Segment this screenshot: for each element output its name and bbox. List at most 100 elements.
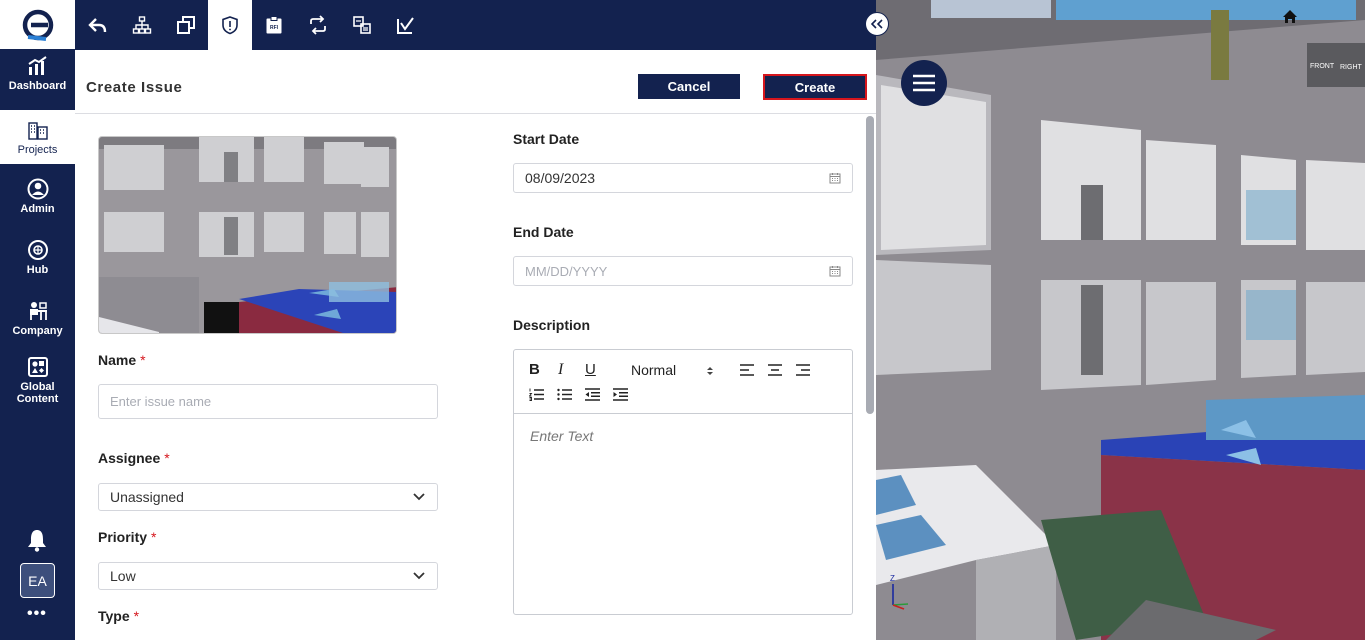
assignee-label: Assignee * <box>98 450 170 466</box>
end-date-input[interactable]: MM/DD/YYYY <box>513 256 853 286</box>
bell-icon <box>28 530 46 552</box>
buildings-icon <box>27 122 48 140</box>
create-button[interactable]: Create <box>763 74 867 100</box>
form-scrollbar[interactable] <box>866 116 874 414</box>
issue-icon <box>222 16 238 35</box>
nav-hub-label: Hub <box>26 264 49 276</box>
priority-value: Low <box>110 568 136 584</box>
type-label: Type * <box>98 608 140 624</box>
outdent-icon[interactable] <box>585 388 600 401</box>
issue-name-input[interactable]: Enter issue name <box>98 384 438 419</box>
panel-header: Create Issue Cancel Create <box>75 50 876 114</box>
ordered-list-icon[interactable] <box>529 388 544 401</box>
align-center-icon[interactable] <box>768 364 782 376</box>
nav-hub[interactable]: Hub <box>0 239 75 279</box>
model-viewport[interactable]: FRONT RIGHT Z <box>876 0 1365 640</box>
windows-button[interactable] <box>164 0 208 50</box>
issue-snapshot-image <box>98 136 397 334</box>
assignee-select[interactable]: Unassigned <box>98 483 438 511</box>
sync-button[interactable] <box>296 0 340 50</box>
rfi-button[interactable]: RFI <box>252 0 296 50</box>
format-value: Normal <box>631 362 677 378</box>
nav-dashboard[interactable]: Dashboard <box>0 55 75 95</box>
nav-admin[interactable]: Admin <box>0 178 75 218</box>
underline-button[interactable]: U <box>585 361 596 378</box>
sync-icon <box>310 15 326 35</box>
shapes-icon <box>27 357 48 377</box>
updown-icon <box>707 367 713 375</box>
start-date-input[interactable]: 08/09/2023 <box>513 163 853 193</box>
chart-icon <box>27 56 47 75</box>
required-marker: * <box>133 608 140 624</box>
nav-company[interactable]: Company <box>0 300 75 340</box>
assignee-value: Unassigned <box>110 489 184 505</box>
name-label: Name * <box>98 352 146 368</box>
home-icon[interactable] <box>1282 9 1298 24</box>
viewer-menu-button[interactable] <box>901 60 947 106</box>
format-select[interactable]: Normal <box>631 362 716 378</box>
axis-gizmo-icon: Z <box>890 574 909 610</box>
nav-admin-label: Admin <box>20 203 55 215</box>
required-marker: * <box>164 450 170 466</box>
nav-projects-label: Projects <box>17 144 58 156</box>
nav-global-content-label: Global Content <box>16 381 59 405</box>
issue-form: Name * Enter issue name Assignee * Unassig… <box>75 114 876 640</box>
building-model-render <box>876 0 1365 640</box>
viewcube-front-label: FRONT <box>1310 63 1335 70</box>
avatar[interactable]: EA <box>20 563 55 598</box>
notifications-button[interactable] <box>26 528 48 557</box>
axis-z-label: Z <box>890 574 895 583</box>
bold-button[interactable]: B <box>529 361 540 378</box>
collapse-panel-button[interactable] <box>865 12 889 36</box>
cancel-button[interactable]: Cancel <box>638 74 740 99</box>
left-nav: Dashboard Projects Admin Hub Company Glo… <box>0 0 75 640</box>
priority-label: Priority * <box>98 529 157 545</box>
issue-name-placeholder: Enter issue name <box>110 394 212 409</box>
compare-button[interactable] <box>340 0 384 50</box>
indent-icon[interactable] <box>613 388 628 401</box>
markup-button[interactable] <box>384 0 428 50</box>
start-date-value: 08/09/2023 <box>525 170 596 186</box>
calendar-icon[interactable] <box>829 265 841 277</box>
description-editor[interactable]: B I U Normal Enter Text <box>513 349 853 615</box>
more-menu-button[interactable]: ••• <box>27 605 47 623</box>
windows-icon <box>177 16 195 34</box>
user-circle-icon <box>27 178 48 200</box>
svg-text:RFI: RFI <box>270 25 279 31</box>
logo-icon <box>22 9 53 41</box>
calendar-icon[interactable] <box>829 172 841 184</box>
hub-icon <box>27 240 48 260</box>
chevron-down-icon <box>413 493 425 501</box>
page-title: Create Issue <box>86 79 183 96</box>
required-marker: * <box>140 352 146 368</box>
markup-icon <box>397 17 414 34</box>
company-icon <box>29 302 47 320</box>
nav-company-label: Company <box>12 325 63 337</box>
viewcube-right-label: RIGHT <box>1340 64 1362 71</box>
description-placeholder: Enter Text <box>530 428 594 444</box>
hierarchy-icon <box>132 16 152 34</box>
end-date-placeholder: MM/DD/YYYY <box>525 263 608 279</box>
double-chevron-left-icon <box>871 19 883 29</box>
nav-global-content[interactable]: Global Content <box>0 356 75 406</box>
priority-select[interactable]: Low <box>98 562 438 590</box>
description-label: Description <box>513 317 591 333</box>
chevron-down-icon <box>413 572 425 580</box>
issue-button[interactable] <box>208 0 252 50</box>
compare-icon <box>353 16 371 34</box>
bullet-list-icon[interactable] <box>557 388 572 401</box>
nav-dashboard-label: Dashboard <box>8 80 67 92</box>
back-button[interactable] <box>76 0 120 50</box>
end-date-label: End Date <box>513 224 574 240</box>
hierarchy-button[interactable] <box>120 0 164 50</box>
nav-projects[interactable]: Projects <box>0 110 75 164</box>
app-logo[interactable] <box>0 0 75 49</box>
viewcube[interactable]: FRONT RIGHT <box>1307 43 1365 87</box>
hamburger-icon <box>913 74 935 92</box>
back-icon <box>88 18 107 33</box>
align-left-icon[interactable] <box>740 364 754 376</box>
start-date-label: Start Date <box>513 131 580 147</box>
italic-button[interactable]: I <box>558 361 563 379</box>
align-right-icon[interactable] <box>796 364 810 376</box>
rfi-icon: RFI <box>266 16 282 34</box>
